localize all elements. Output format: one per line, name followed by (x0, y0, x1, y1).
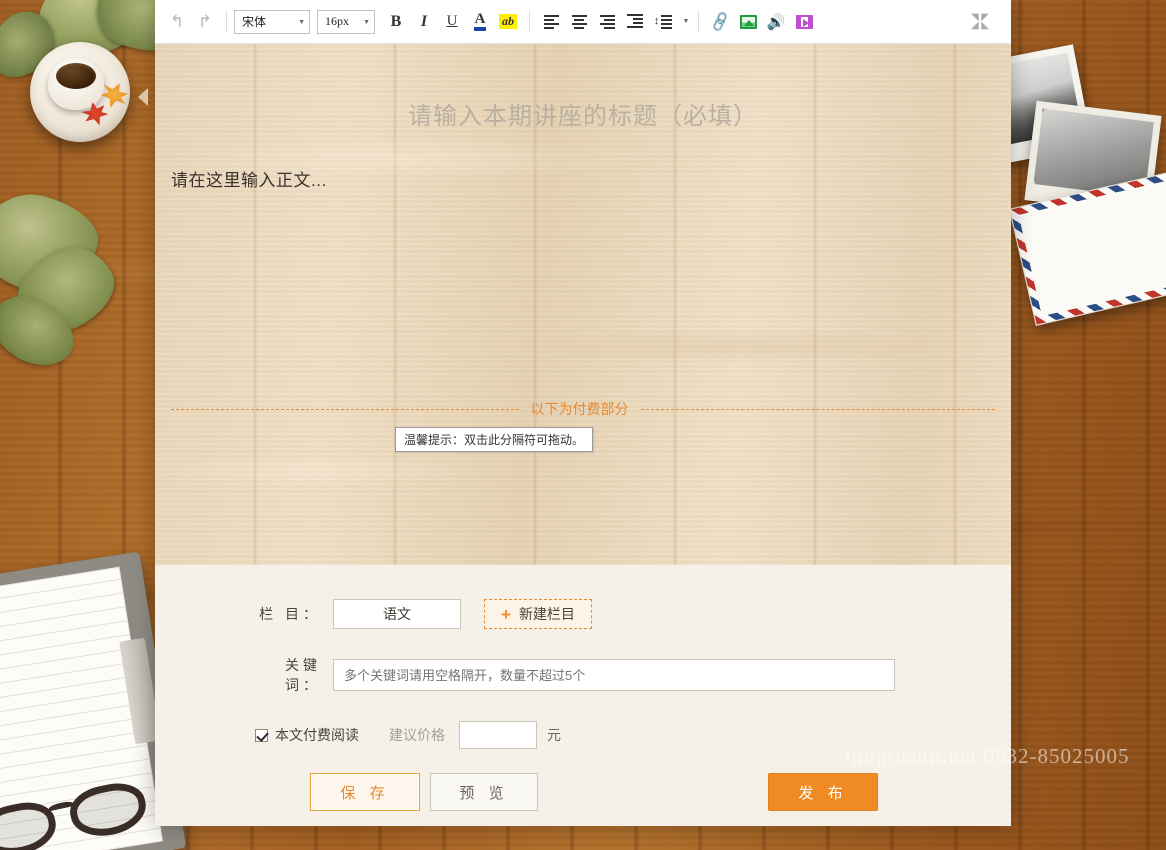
divider-dash-right (641, 409, 995, 410)
maple-leaf-icon (96, 77, 133, 113)
font-color-button[interactable]: A (467, 9, 493, 35)
keywords-label: 关键词： (255, 655, 321, 695)
bold-button[interactable]: B (383, 9, 409, 35)
chevron-down-icon: ▼ (683, 18, 690, 25)
publish-form-panel: 栏 目： 语文 + 新建栏目 关键词： 本文付费阅读 建议价格 元 (155, 565, 1011, 826)
align-right-icon (600, 15, 615, 29)
paid-section-label: 以下为付费部分 (519, 399, 641, 419)
editor-panel: ↰ ↱ 宋体 ▼ 16px ▼ B I U (155, 0, 1011, 826)
video-icon (796, 15, 813, 29)
category-row: 栏 目： 语文 + 新建栏目 (155, 599, 1011, 629)
title-input[interactable]: 请输入本期讲座的标题（必填） (155, 96, 1011, 131)
align-right-button[interactable] (594, 9, 620, 35)
coffee-liquid (56, 63, 96, 89)
paid-reading-row: 本文付费阅读 建议价格 元 (155, 721, 1011, 749)
publish-button[interactable]: 发 布 (768, 773, 878, 811)
category-label: 栏 目： (255, 604, 321, 624)
fullscreen-button[interactable]: ◥◤ ◢◣ (967, 9, 993, 35)
leaf-decoration-icon (0, 1, 66, 90)
redo-button[interactable]: ↱ (192, 9, 218, 35)
audio-icon: 🔊 (767, 13, 786, 31)
line-height-icon: ↕ (654, 15, 673, 29)
category-select[interactable]: 语文 (333, 599, 461, 629)
leaf-decoration-icon (5, 232, 126, 346)
chevron-down-icon: ▼ (298, 18, 305, 26)
polaroid-photo-decoration (1024, 101, 1161, 216)
indent-button[interactable] (622, 9, 648, 35)
highlighter-icon: ab (499, 14, 517, 29)
panel-notch (138, 88, 148, 106)
category-value: 语文 (383, 604, 411, 624)
insert-video-button[interactable] (791, 9, 817, 35)
body-input[interactable]: 请在这里输入正文... (171, 166, 327, 191)
font-family-select[interactable]: 宋体 ▼ (234, 10, 310, 34)
chevron-down-icon: ▼ (363, 18, 370, 26)
new-category-button[interactable]: + 新建栏目 (484, 599, 592, 629)
font-color-icon: A (474, 12, 487, 32)
italic-icon: I (421, 13, 427, 31)
editor-toolbar: ↰ ↱ 宋体 ▼ 16px ▼ B I U (155, 0, 1011, 44)
leaf-decoration-icon (0, 183, 106, 305)
price-label: 建议价格 (389, 725, 445, 745)
editor-canvas[interactable]: 请输入本期讲座的标题（必填） 请在这里输入正文... 以下为付费部分 温馨提示：… (155, 44, 1011, 565)
paid-reading-checkbox[interactable] (255, 729, 268, 742)
divider-tooltip: 温馨提示：双击此分隔符可拖动。 (395, 427, 593, 452)
underline-button[interactable]: U (439, 9, 465, 35)
font-family-value: 宋体 (242, 13, 266, 30)
undo-button[interactable]: ↰ (164, 9, 190, 35)
paid-reading-label[interactable]: 本文付费阅读 (275, 725, 359, 745)
line-height-button[interactable]: ↕ (650, 9, 676, 35)
airmail-envelope-decoration (1009, 166, 1166, 326)
cup-handle-icon (96, 70, 116, 90)
maple-leaf-icon (80, 100, 110, 129)
underline-icon: U (447, 13, 458, 30)
undo-arrow-icon: ↰ (170, 13, 184, 30)
toolbar-divider (226, 11, 227, 33)
fullscreen-icon: ◥◤ ◢◣ (971, 13, 989, 31)
insert-link-button[interactable]: 🔗 (707, 9, 733, 35)
coffee-cup-decoration (30, 42, 130, 142)
font-size-select[interactable]: 16px ▼ (317, 10, 375, 34)
toolbar-divider (529, 11, 530, 33)
keywords-row: 关键词： (155, 655, 1011, 695)
redo-arrow-icon: ↱ (198, 13, 212, 30)
desk-background: ↰ ↱ 宋体 ▼ 16px ▼ B I U (0, 0, 1166, 850)
action-button-row: 保 存 预 览 发 布 (155, 773, 1011, 811)
insert-image-button[interactable] (735, 9, 761, 35)
indent-icon (627, 14, 643, 30)
leaf-decoration-icon (0, 280, 86, 382)
image-icon (740, 15, 757, 29)
toolbar-divider (698, 11, 699, 33)
line-height-dropdown-button[interactable]: ▼ (678, 9, 690, 35)
align-center-button[interactable] (566, 9, 592, 35)
align-center-icon (572, 15, 587, 29)
price-unit-label: 元 (547, 725, 561, 745)
preview-button[interactable]: 预 览 (430, 773, 538, 811)
paid-section-divider[interactable]: 以下为付费部分 (171, 399, 995, 419)
highlight-button[interactable]: ab (495, 9, 521, 35)
align-left-button[interactable] (538, 9, 564, 35)
italic-button[interactable]: I (411, 9, 437, 35)
cup-icon (48, 58, 104, 110)
insert-audio-button[interactable]: 🔊 (763, 9, 789, 35)
divider-dash-left (171, 409, 519, 410)
save-button[interactable]: 保 存 (310, 773, 420, 811)
new-category-label: 新建栏目 (519, 604, 575, 624)
keywords-input[interactable] (333, 659, 895, 691)
align-left-icon (544, 15, 559, 29)
font-size-value: 16px (325, 14, 349, 29)
bold-icon: B (391, 13, 402, 31)
plus-icon: + (501, 606, 511, 623)
link-icon: 🔗 (708, 10, 732, 33)
leaf-decoration-icon (27, 0, 164, 67)
price-input[interactable] (459, 721, 537, 749)
